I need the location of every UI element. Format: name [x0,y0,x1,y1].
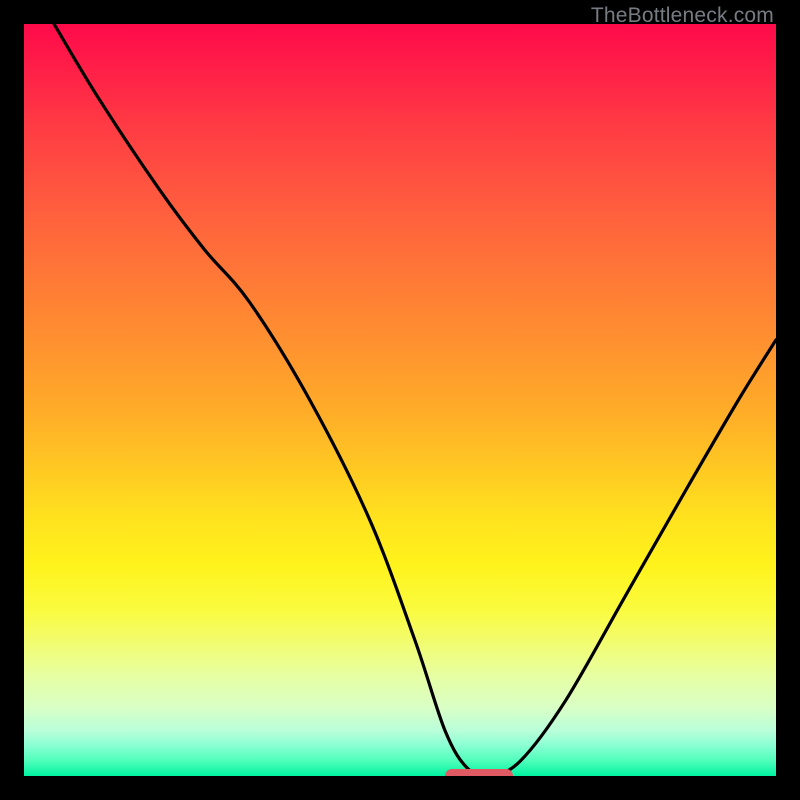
chart-stage: TheBottleneck.com [0,0,800,800]
plot-area [24,24,776,776]
optimal-range-marker [445,769,513,776]
bottleneck-curve [24,24,776,776]
watermark-text: TheBottleneck.com [591,4,774,28]
